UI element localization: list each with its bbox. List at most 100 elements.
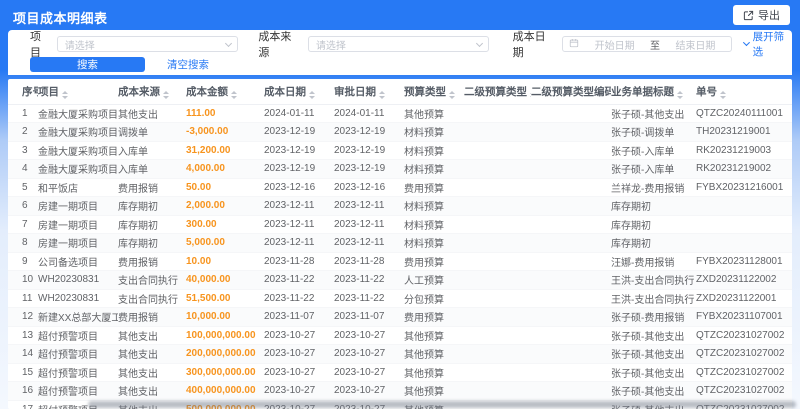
column-header-2[interactable]: 成本来源 — [118, 79, 186, 105]
column-label: 成本金额 — [186, 85, 228, 98]
sort-icon[interactable] — [231, 90, 237, 99]
clear-search-button[interactable]: 清空搜索 — [167, 57, 209, 72]
column-header-1[interactable]: 项目 — [38, 79, 118, 105]
sort-icon[interactable] — [379, 90, 385, 99]
project-select[interactable]: 请选择 — [56, 36, 239, 52]
table-cell — [464, 141, 531, 160]
table-cell: 10,000.00 — [186, 307, 264, 327]
column-label: 预算类型 — [404, 85, 446, 98]
table-cell: 10 — [8, 270, 38, 290]
filter-panel: 项目 请选择 成本来源 请选择 成本日期 开始日期 至 结束日期 展开筛选 搜索… — [8, 30, 792, 75]
project-filter-label: 项目 — [30, 31, 41, 59]
table-cell: 张子硕-其他支出 — [611, 104, 696, 123]
search-button[interactable]: 搜索 — [30, 57, 145, 72]
table-cell: 费用预算 — [404, 252, 464, 271]
table-cell: 房建一期项目 — [38, 215, 118, 234]
table-cell: 入库单 — [118, 141, 186, 160]
table-row: 2 金融大厦采购项目 调拨单 -3,000.00 2023-12-19 2023-12-1… — [8, 122, 792, 142]
table-cell: 库存期初 — [611, 215, 696, 234]
table-cell: 13 — [8, 326, 38, 345]
table-cell — [696, 233, 792, 253]
table-row: 4 金融大厦采购项目 入库单 4,000.00 2023-12-19 2023-12-19… — [8, 159, 792, 179]
cost-source-select[interactable]: 请选择 — [307, 36, 489, 52]
table-cell — [464, 363, 531, 382]
table-cell: 5,000.00 — [186, 233, 264, 253]
column-header-6[interactable]: 预算类型 — [404, 79, 464, 105]
column-header-4[interactable]: 成本日期 — [264, 79, 334, 105]
column-header-9[interactable]: 业务单据标题 — [611, 79, 696, 105]
table-cell: 2023-12-19 — [264, 141, 334, 160]
table-cell: 2023-12-19 — [334, 141, 404, 160]
sort-icon[interactable] — [309, 90, 315, 99]
table-cell: 2023-11-28 — [264, 252, 334, 271]
end-date-input[interactable]: 结束日期 — [666, 37, 725, 52]
table-cell: 金融大厦采购项目 — [38, 104, 118, 123]
table-cell: 50.00 — [186, 178, 264, 197]
table-cell: 材料预算 — [404, 159, 464, 179]
table-cell: 张子硕-入库单 — [611, 159, 696, 179]
table-cell: 3 — [8, 141, 38, 160]
table-cell: 超付预警项目 — [38, 363, 118, 382]
table-cell: 40,000.00 — [186, 270, 264, 290]
table-cell — [464, 344, 531, 364]
table-cell — [531, 159, 611, 179]
start-date-input[interactable]: 开始日期 — [585, 37, 644, 52]
table-cell: 兰祥龙-费用报销 — [611, 178, 696, 197]
table-cell: 房建一期项目 — [38, 233, 118, 253]
column-label: 成本来源 — [118, 85, 160, 98]
table-cell: 2023-10-27 — [264, 363, 334, 382]
table-cell: 2023-12-11 — [334, 215, 404, 234]
table-row: 1 金融大厦采购项目 其他支出 111.00 2024-01-11 2024-01-11 其… — [8, 104, 792, 123]
column-label: 审批日期 — [334, 85, 376, 98]
table-cell: 2024-01-11 — [334, 104, 404, 123]
column-label: 项目 — [38, 85, 59, 98]
column-header-0: 序号 — [8, 79, 38, 105]
table-cell: 2,000.00 — [186, 196, 264, 216]
table-cell: QTZC20231027002 — [696, 326, 792, 345]
table-cell: 其他预算 — [404, 344, 464, 364]
column-label: 单号 — [696, 85, 717, 98]
table-cell: 2023-12-19 — [264, 122, 334, 142]
sort-icon[interactable] — [62, 90, 68, 99]
filter-actions: 搜索 清空搜索 — [30, 57, 209, 72]
sort-icon[interactable] — [449, 90, 455, 99]
column-label: 二级预算类型编码 — [531, 85, 611, 98]
sort-icon[interactable] — [720, 90, 726, 99]
export-button[interactable]: 导出 — [733, 5, 790, 25]
table-row: 6 房建一期项目 库存期初 2,000.00 2023-12-11 2023-12-11 材… — [8, 196, 792, 216]
table-cell — [464, 252, 531, 271]
table-cell: 张子硕-其他支出 — [611, 326, 696, 345]
table-cell: 7 — [8, 215, 38, 234]
table-cell: FYBX20231128001 — [696, 252, 792, 271]
table-cell — [531, 104, 611, 123]
table-row: 14 超付预警项目 其他支出 200,000,000.00 2023-10-27 2023… — [8, 344, 792, 364]
table-cell: 15 — [8, 363, 38, 382]
column-header-7[interactable]: 二级预算类型 — [464, 79, 531, 105]
table-cell: WH20230831 — [38, 270, 118, 290]
table-cell — [464, 122, 531, 142]
table-cell — [531, 233, 611, 253]
column-header-8[interactable]: 二级预算类型编码 — [531, 79, 611, 105]
table-cell: 2024-01-11 — [264, 104, 334, 123]
table-cell: 2023-10-27 — [334, 344, 404, 364]
table-cell: FYBX20231107001 — [696, 307, 792, 327]
table-cell: 调拨单 — [118, 122, 186, 142]
table-cell: 400,000,000.00 — [186, 381, 264, 401]
calendar-icon — [569, 35, 579, 53]
table-cell: ZXD20231122001 — [696, 289, 792, 308]
table-cell: 111.00 — [186, 104, 264, 123]
table-cell: RK20231219003 — [696, 141, 792, 160]
column-header-3[interactable]: 成本金额 — [186, 79, 264, 105]
expand-filters-link[interactable]: 展开筛选 — [742, 29, 792, 59]
sort-icon[interactable] — [163, 90, 169, 99]
column-header-5[interactable]: 审批日期 — [334, 79, 404, 105]
table-header: 序号 项目 成本来源 成本金额 成本日期 审批日期 预算类型 二级预算类型 二级预算类型编码 业务… — [8, 79, 792, 105]
column-header-10[interactable]: 单号 — [696, 79, 792, 105]
horizontal-scrollbar[interactable] — [88, 401, 796, 408]
cost-date-range-picker[interactable]: 开始日期 至 结束日期 — [562, 36, 732, 52]
table-cell: 100,000,000.00 — [186, 326, 264, 345]
sort-icon[interactable] — [677, 90, 683, 99]
table-row: 11 WH20230831 支出合同执行 51,500.00 2023-11-22 202… — [8, 289, 792, 308]
table-cell: 材料预算 — [404, 122, 464, 142]
table-cell: 2023-11-22 — [264, 270, 334, 290]
